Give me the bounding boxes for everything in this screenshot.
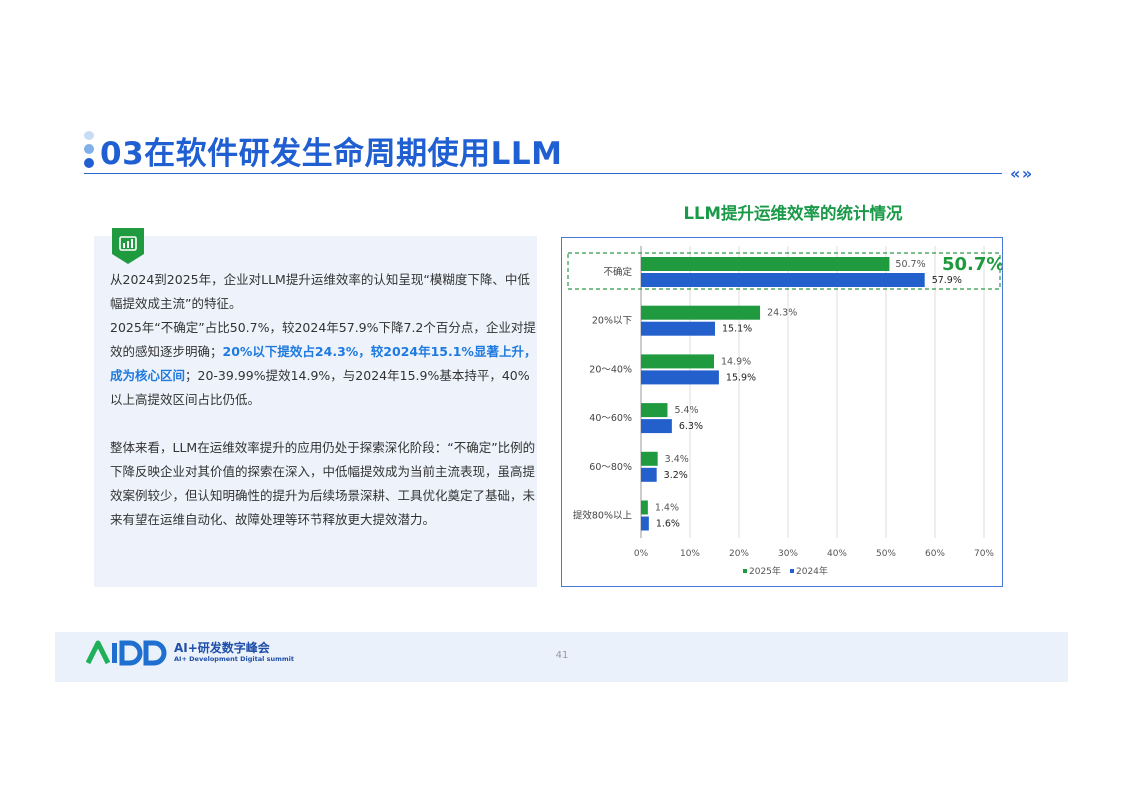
x-tick-label: 40%	[827, 549, 847, 559]
category-label: 不确定	[603, 266, 632, 278]
chart-title: LLM提升运维效率的统计情况	[683, 204, 903, 223]
legend-swatch-2024	[790, 569, 794, 573]
data-label-2024: 15.9%	[726, 372, 756, 383]
title-divider	[84, 173, 1002, 174]
chart-frame: 0% 10% 20% 30% 40% 50% 60% 70% 不确定 50.7% 57.9% 20%以…	[561, 237, 1003, 587]
bar-2025	[641, 354, 715, 369]
bar-2025	[641, 403, 668, 418]
bar-2025	[641, 305, 761, 320]
title-dots-icon	[84, 131, 94, 169]
page-title: 03在软件研发生命周期使用LLM	[100, 136, 563, 172]
page-number: 41	[555, 650, 569, 661]
bar-2024	[641, 370, 719, 385]
paragraph-3: 整体来看，LLM在运维效率提升的应用仍处于探索深化阶段：“不确定”比例的下降反映…	[110, 440, 536, 527]
x-tick-label: 70%	[974, 549, 994, 559]
data-label-2025: 1.4%	[655, 503, 679, 514]
x-tick-label: 50%	[876, 549, 896, 559]
double-chevron-icons[interactable]: « »	[1010, 164, 1032, 183]
data-label-2024: 57.9%	[932, 275, 962, 286]
category-label: 40～60%	[589, 413, 632, 424]
bar-2025	[641, 451, 658, 466]
bar-2024	[641, 419, 672, 434]
bar-2024	[641, 273, 925, 287]
data-label-2024: 1.6%	[656, 519, 680, 530]
x-tick-label: 10%	[680, 549, 700, 559]
category-label: 提效80%以上	[573, 510, 633, 522]
x-tick-label: 0%	[634, 549, 649, 559]
x-tick-label: 30%	[778, 549, 798, 559]
legend-label-2025: 2025年	[749, 565, 781, 577]
data-label-2024: 15.1%	[722, 324, 752, 335]
legend-swatch-2025	[743, 569, 747, 573]
data-label-2025: 5.4%	[674, 405, 698, 416]
x-tick-label: 20%	[729, 549, 749, 559]
brand-name: AI+研发数字峰会	[174, 641, 270, 655]
bar-2024	[641, 321, 715, 336]
category-label: 20%以下	[592, 316, 632, 327]
bar-chart-icon	[112, 228, 144, 264]
data-label-2025: 50.7%	[895, 259, 925, 270]
data-label-2025: 14.9%	[721, 356, 751, 367]
paragraph-1: 从2024到2025年，企业对LLM提升运维效率的认知呈现“模糊度下降、中低幅提…	[110, 272, 530, 311]
x-tick-label: 60%	[925, 549, 945, 559]
highlight-annotation: 50.7%	[942, 254, 1002, 275]
aidd-logo	[85, 637, 176, 667]
bar-2024	[641, 467, 657, 482]
brand-subtitle: AI+ Development Digital summit	[174, 655, 294, 663]
analysis-text: 从2024到2025年，企业对LLM提升运维效率的认知呈现“模糊度下降、中低幅提…	[110, 268, 540, 532]
data-label-2024: 3.2%	[664, 470, 688, 481]
bar-2025	[641, 500, 648, 515]
category-label: 20～40%	[589, 364, 632, 375]
data-label-2025: 24.3%	[767, 308, 797, 319]
legend-label-2024: 2024年	[796, 565, 828, 577]
bar-2025	[641, 257, 890, 271]
data-label-2025: 3.4%	[665, 454, 689, 465]
data-label-2024: 6.3%	[679, 421, 703, 432]
bar-chart: 0% 10% 20% 30% 40% 50% 60% 70%不确定50.7%57.9%20%以…	[567, 246, 1002, 577]
paragraph-2: 2025年“不确定”占比50.7%，较2024年57.9%下降7.2个百分点，企…	[110, 316, 540, 412]
category-label: 60～80%	[589, 462, 632, 473]
bar-2024	[641, 516, 649, 531]
